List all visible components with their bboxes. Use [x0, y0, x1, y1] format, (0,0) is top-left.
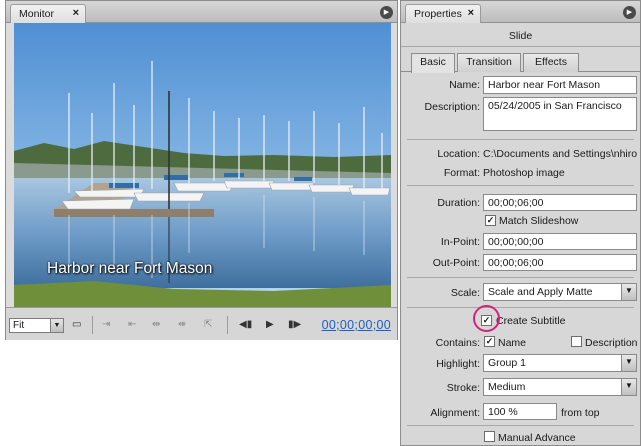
- monitor-panel-header: Monitor × ▶: [6, 1, 397, 23]
- fit-select[interactable]: Fit ▼: [9, 318, 64, 333]
- trim-out-icon[interactable]: ⇤: [128, 319, 136, 330]
- manual-advance-label: Manual Advance: [498, 432, 576, 444]
- in-point-label: In-Point:: [440, 236, 480, 248]
- safe-margins-icon[interactable]: ▭: [72, 319, 81, 330]
- panel-menu-icon[interactable]: ▶: [380, 6, 393, 19]
- location-value: C:\Documents and Settings\nhiro: [483, 148, 638, 160]
- properties-subtitle: Slide: [401, 25, 640, 47]
- section-divider: [407, 139, 634, 140]
- current-timecode[interactable]: 00;00;00;00: [322, 318, 391, 332]
- properties-tab-row: Basic Transition Effects: [401, 51, 640, 73]
- name-field[interactable]: Harbor near Fort Mason: [483, 76, 637, 94]
- duration-field[interactable]: 00;00;06;00: [483, 194, 637, 211]
- chevron-down-icon: ▼: [621, 284, 636, 300]
- manual-advance-checkbox[interactable]: [484, 431, 495, 442]
- format-label: Format:: [443, 167, 480, 179]
- match-slideshow-label: Match Slideshow: [499, 215, 579, 227]
- scale-select[interactable]: Scale and Apply Matte ▼: [483, 283, 637, 301]
- location-label: Location:: [437, 148, 480, 160]
- overlay-title: Harbor near Fort Mason: [47, 260, 213, 277]
- close-icon[interactable]: ×: [73, 7, 79, 19]
- chevron-down-icon: ▼: [50, 319, 63, 332]
- alignment-field[interactable]: 100 %: [483, 403, 557, 420]
- contains-name-label: Name: [498, 337, 527, 349]
- highlight-select-value: Group 1: [488, 357, 526, 369]
- tab-effects[interactable]: Effects: [523, 53, 579, 72]
- highlight-select[interactable]: Group 1 ▼: [483, 354, 637, 372]
- properties-panel-header: Properties × ▶: [401, 1, 640, 23]
- panel-menu-icon[interactable]: ▶: [623, 6, 636, 19]
- section-divider: [407, 425, 634, 426]
- properties-tab[interactable]: Properties ×: [405, 4, 481, 23]
- step-forward-icon[interactable]: ▮▶: [288, 319, 301, 330]
- stroke-label: Stroke:: [446, 382, 480, 394]
- create-subtitle-label: Create Subtitle: [496, 315, 566, 327]
- name-label: Name:: [449, 79, 480, 91]
- format-value: Photoshop image: [483, 167, 565, 179]
- match-slideshow-checkbox[interactable]: ✓: [485, 215, 496, 226]
- monitor-tab-label: Monitor: [19, 8, 55, 20]
- toolbar-divider: [92, 316, 93, 334]
- section-divider: [407, 185, 634, 186]
- toolbar-divider: [227, 316, 228, 334]
- ripple-icon[interactable]: ⇺: [178, 319, 186, 330]
- close-icon[interactable]: ×: [468, 7, 474, 19]
- step-back-icon[interactable]: ◀▮: [239, 319, 252, 330]
- properties-tab-label: Properties: [414, 8, 462, 20]
- contains-name-checkbox[interactable]: ✓: [484, 336, 495, 347]
- tab-transition[interactable]: Transition: [457, 53, 521, 72]
- scale-select-value: Scale and Apply Matte: [488, 286, 593, 298]
- play-icon[interactable]: ▶: [266, 319, 274, 330]
- fit-select-value: Fit: [13, 320, 25, 331]
- description-label: Description:: [424, 101, 480, 113]
- contains-label: Contains:: [435, 337, 480, 349]
- section-divider: [407, 307, 634, 308]
- clip-tools-icon[interactable]: ⇱: [204, 319, 212, 330]
- alignment-suffix: from top: [561, 407, 600, 419]
- duration-label: Duration:: [437, 197, 480, 209]
- out-point-field[interactable]: 00;00;06;00: [483, 254, 637, 271]
- stroke-select[interactable]: Medium ▼: [483, 378, 637, 396]
- contains-description-checkbox[interactable]: [571, 336, 582, 347]
- monitor-preview: Harbor near Fort Mason: [14, 23, 391, 307]
- stroke-select-value: Medium: [488, 381, 526, 393]
- callout-circle: [473, 305, 500, 332]
- contains-description-label: Description: [585, 337, 638, 349]
- description-field[interactable]: 05/24/2005 in San Francisco: [483, 97, 637, 131]
- section-divider: [407, 277, 634, 278]
- trim-in-icon[interactable]: ⇥: [102, 319, 110, 330]
- monitor-panel: Monitor × ▶ Harbor near Fort Mason Fit ▼…: [5, 0, 398, 340]
- out-point-label: Out-Point:: [432, 257, 480, 269]
- split-icon[interactable]: ⇹: [152, 319, 160, 330]
- monitor-tab[interactable]: Monitor ×: [10, 4, 86, 23]
- in-point-field[interactable]: 00;00;00;00: [483, 233, 637, 250]
- properties-panel: Properties × ▶ Slide Basic Transition Ef…: [400, 0, 641, 446]
- tab-basic[interactable]: Basic: [411, 53, 455, 73]
- scale-label: Scale:: [450, 287, 480, 299]
- chevron-down-icon: ▼: [621, 379, 636, 395]
- alignment-label: Alignment:: [430, 407, 480, 419]
- monitor-toolbar: Fit ▼ ▭ ⇥ ⇤ ⇹ ⇺ ⇱ ◀▮ ▶ ▮▶ 00;00;00;00: [6, 307, 397, 340]
- chevron-down-icon: ▼: [621, 355, 636, 371]
- highlight-label: Highlight:: [436, 358, 480, 370]
